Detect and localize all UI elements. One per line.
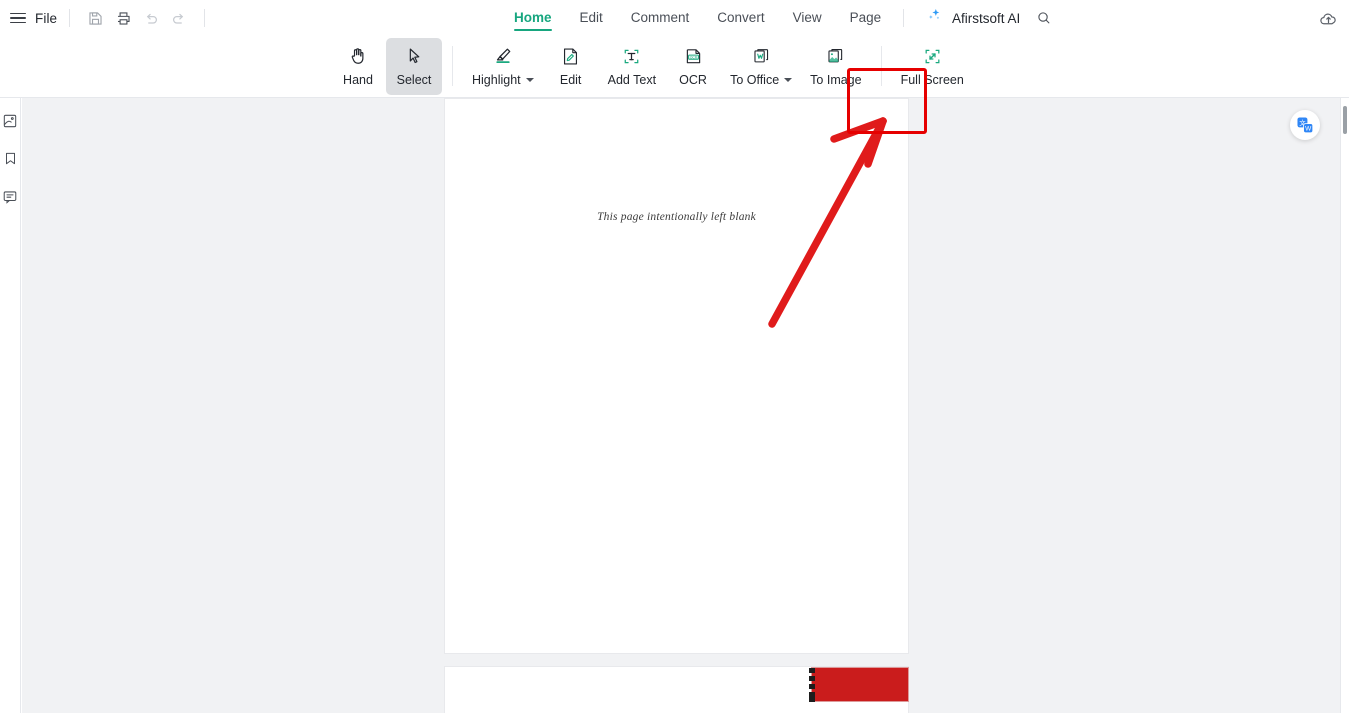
to-office-label: To Office bbox=[730, 73, 793, 87]
document-page-2[interactable] bbox=[444, 666, 909, 713]
ai-assistant-group: Afirstsoft AI bbox=[925, 0, 1056, 36]
hand-tool-label: Hand bbox=[343, 73, 373, 87]
bookmark-icon[interactable] bbox=[2, 150, 19, 167]
tab-convert[interactable]: Convert bbox=[703, 0, 778, 36]
scrollbar-thumb[interactable] bbox=[1343, 106, 1347, 134]
divider bbox=[204, 9, 206, 27]
ribbon-toolbar: Hand Select Highlight Edit Add Text OCR … bbox=[0, 36, 1349, 134]
select-tool-button[interactable]: Select bbox=[386, 38, 442, 95]
svg-text:W: W bbox=[1305, 125, 1312, 132]
edit-tool-button[interactable]: Edit bbox=[543, 38, 599, 95]
tab-edit[interactable]: Edit bbox=[566, 0, 617, 36]
hand-icon bbox=[347, 43, 369, 69]
add-text-label: Add Text bbox=[607, 73, 657, 87]
save-icon[interactable] bbox=[82, 5, 108, 31]
highlight-tool-button[interactable]: Highlight bbox=[463, 38, 543, 95]
cursor-icon bbox=[403, 43, 425, 69]
divider bbox=[903, 9, 904, 27]
highlight-tool-label: Highlight bbox=[472, 73, 534, 87]
undo-icon[interactable] bbox=[138, 5, 164, 31]
chevron-down-icon[interactable] bbox=[784, 78, 793, 82]
pdf-editor-window: File Home Edit Comment Convert View Page… bbox=[0, 0, 1349, 713]
left-sidebar-rail bbox=[0, 98, 21, 713]
document-canvas[interactable]: This page intentionally left blank 文 W bbox=[22, 98, 1341, 713]
document-page-1[interactable]: This page intentionally left blank bbox=[444, 98, 909, 654]
selection-handles[interactable] bbox=[809, 667, 816, 702]
tab-view[interactable]: View bbox=[779, 0, 836, 36]
to-office-label-text: To Office bbox=[730, 73, 780, 87]
file-menu-button[interactable]: File bbox=[35, 11, 57, 26]
tab-home[interactable]: Home bbox=[500, 0, 566, 36]
full-screen-button[interactable]: Full Screen bbox=[892, 38, 973, 95]
hand-tool-button[interactable]: Hand bbox=[330, 38, 386, 95]
thumbnails-icon[interactable] bbox=[2, 112, 19, 129]
cloud-upload-icon[interactable] bbox=[1315, 6, 1341, 32]
hamburger-icon[interactable] bbox=[10, 10, 26, 26]
to-image-label: To Image bbox=[810, 73, 862, 87]
add-text-button[interactable]: Add Text bbox=[599, 38, 665, 95]
to-image-icon bbox=[824, 43, 847, 69]
to-office-icon bbox=[750, 43, 773, 69]
print-icon[interactable] bbox=[110, 5, 136, 31]
sparkle-icon bbox=[925, 6, 944, 30]
page-blank-notice: This page intentionally left blank bbox=[597, 211, 756, 223]
divider bbox=[69, 9, 71, 27]
title-bar: File Home Edit Comment Convert View Page… bbox=[0, 0, 1349, 36]
svg-text:OCR: OCR bbox=[689, 55, 697, 59]
divider bbox=[880, 46, 882, 86]
chevron-down-icon[interactable] bbox=[525, 78, 534, 82]
ocr-label: OCR bbox=[679, 73, 707, 87]
ocr-button[interactable]: OCR OCR bbox=[665, 38, 721, 95]
selected-red-rectangle[interactable] bbox=[811, 667, 909, 702]
highlight-label-text: Highlight bbox=[472, 73, 521, 87]
edit-tool-label: Edit bbox=[559, 73, 582, 87]
tab-page[interactable]: Page bbox=[836, 0, 896, 36]
full-screen-label: Full Screen bbox=[900, 73, 964, 87]
ocr-icon: OCR bbox=[682, 43, 705, 69]
search-icon[interactable] bbox=[1032, 6, 1056, 30]
edit-pencil-icon bbox=[559, 43, 582, 69]
redo-icon[interactable] bbox=[166, 5, 192, 31]
main-tabs: Home Edit Comment Convert View Page bbox=[500, 0, 895, 36]
vertical-scrollbar[interactable] bbox=[1341, 98, 1349, 713]
comment-icon[interactable] bbox=[2, 188, 19, 205]
divider bbox=[452, 46, 453, 86]
ai-assistant-label[interactable]: Afirstsoft AI bbox=[952, 11, 1020, 26]
add-text-icon bbox=[620, 43, 643, 69]
to-office-button[interactable]: To Office bbox=[721, 38, 801, 95]
to-image-button[interactable]: To Image bbox=[801, 38, 870, 95]
tab-comment[interactable]: Comment bbox=[617, 0, 704, 36]
select-tool-label: Select bbox=[396, 73, 432, 87]
highlighter-icon bbox=[491, 43, 515, 69]
translate-word-icon[interactable]: 文 W bbox=[1290, 110, 1320, 140]
fullscreen-icon bbox=[921, 43, 944, 69]
